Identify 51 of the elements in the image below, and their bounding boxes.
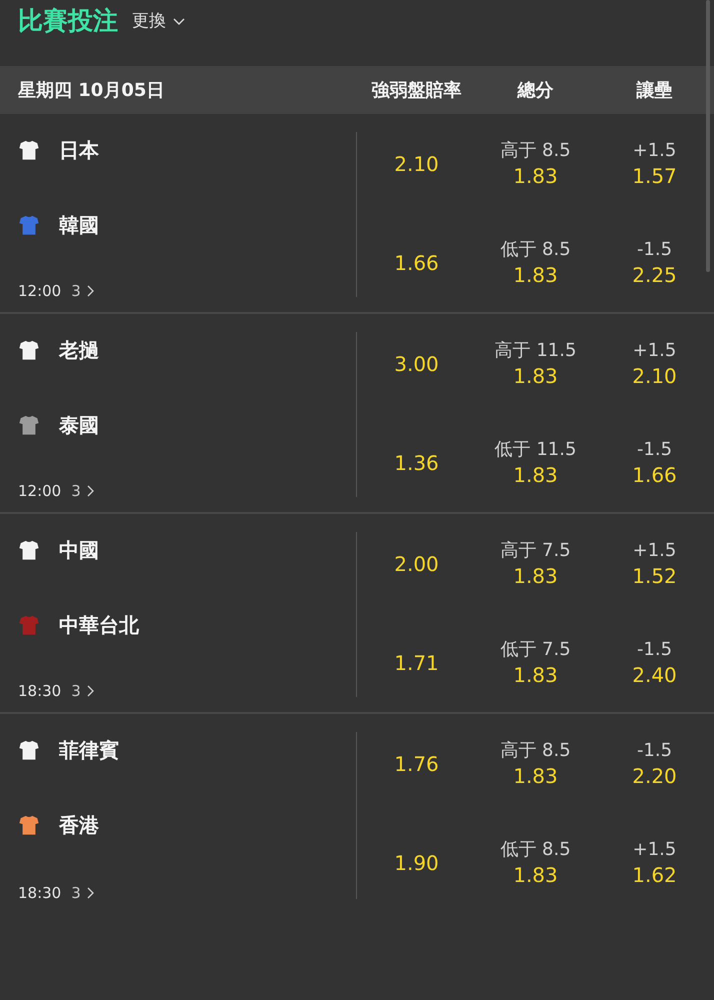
chevron-right-icon	[86, 887, 94, 899]
team-name: 中華台北	[59, 612, 139, 638]
team-name: 菲律賓	[59, 736, 119, 764]
handicap-odds-button[interactable]: -1.5 2.20	[632, 739, 677, 789]
moneyline-odds-button[interactable]: 1.71	[394, 650, 439, 676]
match-time: 12:00	[18, 282, 62, 300]
match-time: 12:00	[18, 482, 62, 500]
handicap-odds-button[interactable]: -1.5 2.25	[632, 238, 677, 288]
match-time: 18:30	[18, 682, 62, 700]
more-markets-link[interactable]: 3	[71, 482, 94, 500]
team-name: 泰國	[59, 412, 99, 438]
page-title: 比賽投注	[18, 5, 118, 37]
handicap-odds-button[interactable]: +1.5 2.10	[632, 339, 677, 389]
team-name: 日本	[59, 136, 99, 164]
total-odds-button[interactable]: 高于 7.5 1.83	[500, 539, 571, 589]
moneyline-odds-button[interactable]: 3.00	[394, 351, 439, 377]
handicap-odds-button[interactable]: -1.5 2.40	[632, 638, 677, 688]
total-odds-button[interactable]: 低于 8.5 1.83	[500, 838, 571, 888]
handicap-odds-button[interactable]: -1.5 1.66	[632, 438, 677, 488]
moneyline-odds-button[interactable]: 2.00	[394, 551, 439, 577]
total-odds-button[interactable]: 低于 8.5 1.83	[500, 238, 571, 288]
match-time: 18:30	[18, 884, 62, 902]
moneyline-odds-button[interactable]: 1.76	[394, 751, 439, 777]
column-header: 讓壘	[635, 79, 674, 102]
more-markets-link[interactable]: 3	[71, 682, 94, 700]
moneyline-odds-button[interactable]: 1.90	[394, 850, 439, 876]
team-name: 老撾	[59, 336, 99, 364]
team-name: 韓國	[59, 212, 99, 238]
column-header: 強弱盤賠率	[370, 79, 462, 102]
more-markets-link[interactable]: 3	[71, 282, 94, 300]
chevron-right-icon	[86, 685, 94, 697]
team-name: 香港	[59, 812, 99, 838]
total-odds-button[interactable]: 低于 7.5 1.83	[500, 638, 571, 688]
total-odds-button[interactable]: 高于 8.5 1.83	[500, 739, 571, 789]
total-odds-button[interactable]: 高于 11.5 1.83	[494, 339, 576, 389]
switch-button[interactable]: 更換	[132, 9, 185, 33]
total-odds-button[interactable]: 低于 11.5 1.83	[494, 438, 576, 488]
total-odds-button[interactable]: 高于 8.5 1.83	[500, 139, 571, 189]
moneyline-odds-button[interactable]: 1.36	[394, 450, 439, 476]
handicap-odds-button[interactable]: +1.5 1.57	[632, 139, 677, 189]
handicap-odds-button[interactable]: +1.5 1.52	[632, 539, 677, 589]
column-header: 總分	[516, 79, 554, 102]
more-markets-link[interactable]: 3	[71, 884, 94, 902]
date-label: 星期四 10月05日	[18, 79, 166, 102]
handicap-odds-button[interactable]: +1.5 1.62	[632, 838, 677, 888]
moneyline-odds-button[interactable]: 2.10	[394, 151, 439, 177]
chevron-right-icon	[86, 285, 94, 297]
moneyline-odds-button[interactable]: 1.66	[394, 250, 439, 276]
team-name: 中國	[59, 536, 99, 564]
chevron-down-icon	[173, 18, 185, 24]
chevron-right-icon	[86, 485, 94, 497]
